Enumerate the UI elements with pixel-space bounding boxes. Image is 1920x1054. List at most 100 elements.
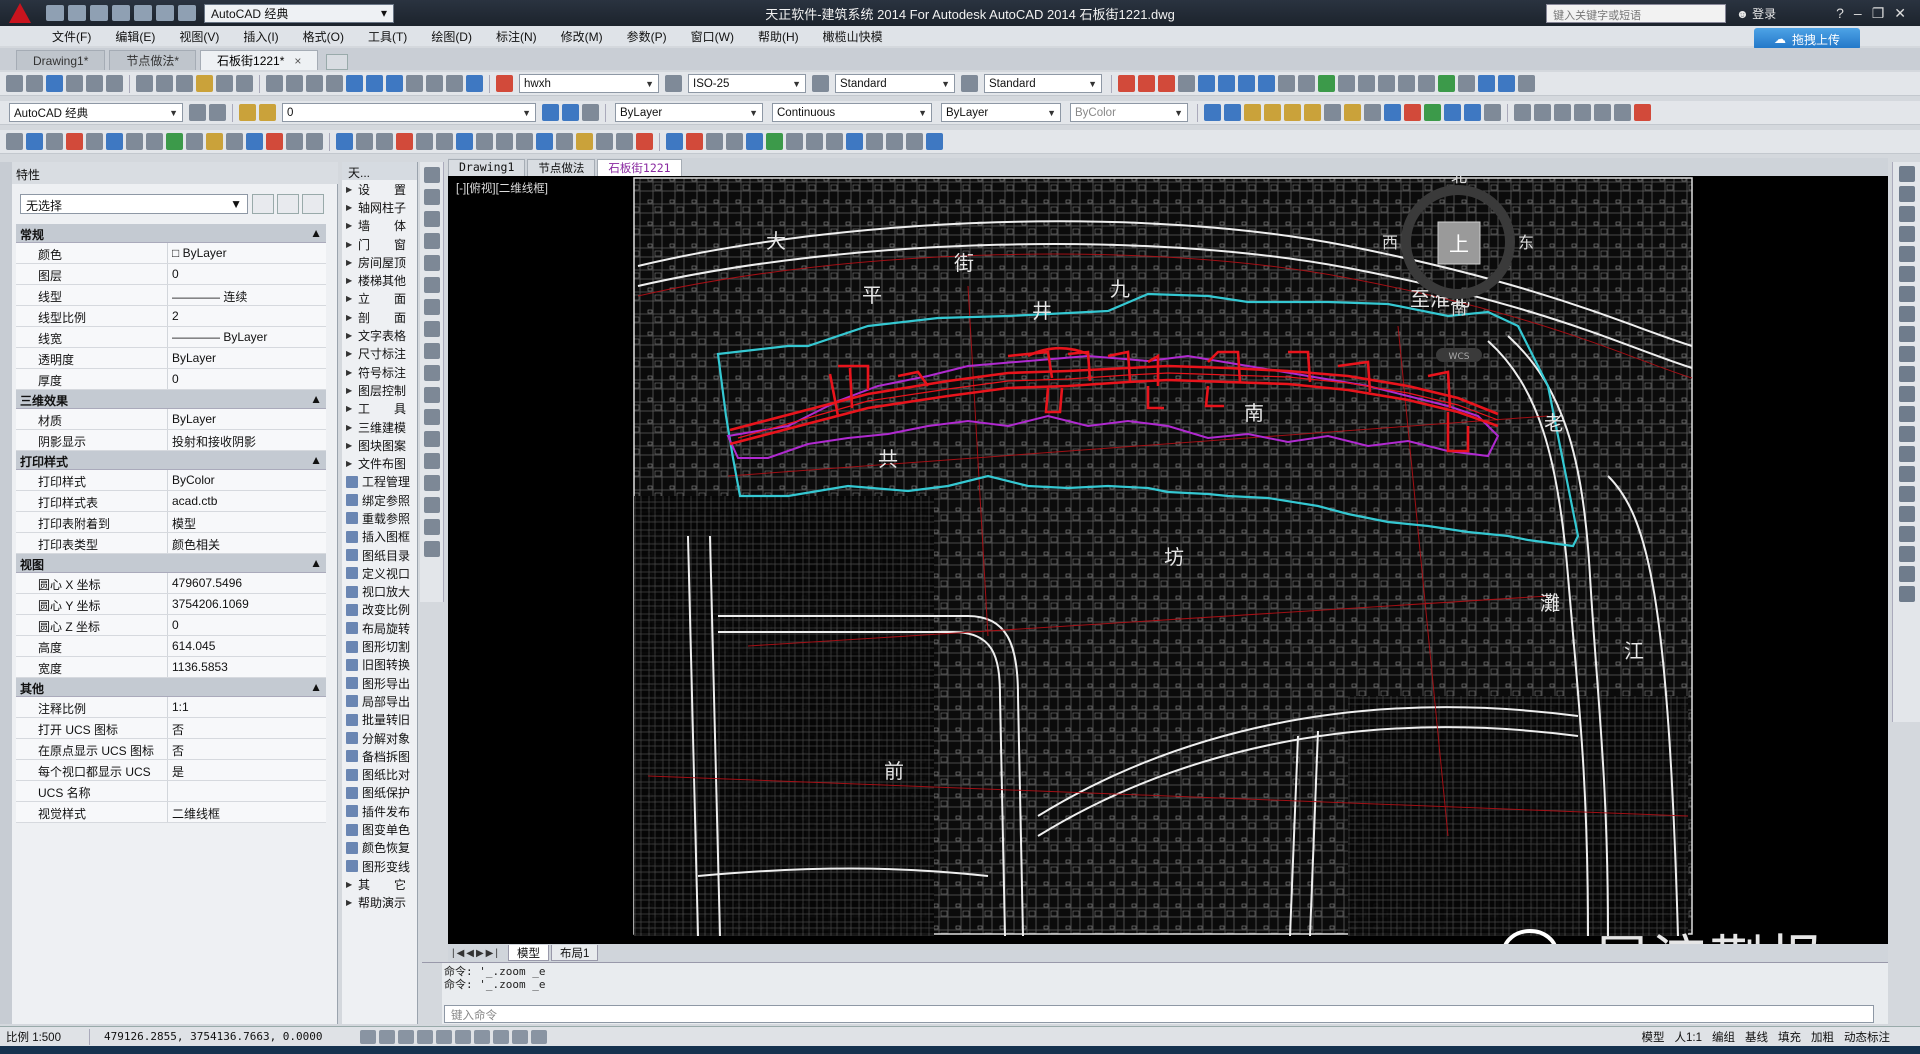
draw-tool-icon[interactable]: [424, 255, 440, 271]
property-value[interactable]: 614.045: [168, 636, 326, 656]
property-value[interactable]: ByColor: [168, 470, 326, 490]
modify-tool-icon[interactable]: [1899, 586, 1915, 602]
view-icon[interactable]: [1514, 104, 1531, 121]
palette-item[interactable]: 定义视口: [342, 564, 417, 582]
property-row[interactable]: 圆心 Z 坐标 0: [16, 615, 326, 636]
tool-icon[interactable]: [1378, 75, 1395, 92]
tool-icon[interactable]: [806, 133, 823, 150]
tool-icon[interactable]: [336, 133, 353, 150]
palette-item[interactable]: 插件发布: [342, 802, 417, 820]
tool-icon[interactable]: [1158, 75, 1175, 92]
tool-icon[interactable]: [46, 133, 63, 150]
menu-item[interactable]: 窗口(W): [691, 28, 734, 45]
tool-icon[interactable]: [1204, 104, 1221, 121]
workspace2-select[interactable]: AutoCAD 经典 ▼: [9, 103, 183, 122]
palette-item[interactable]: 工程管理: [342, 473, 417, 491]
tool-icon[interactable]: [1118, 75, 1135, 92]
palette-item[interactable]: ▶ 设 置: [342, 180, 417, 198]
palette-item[interactable]: 视口放大: [342, 583, 417, 601]
palette-item[interactable]: ▶ 门 窗: [342, 235, 417, 253]
modify-tool-icon[interactable]: [1899, 286, 1915, 302]
property-row[interactable]: 线型 ———— 连续: [16, 285, 326, 306]
palette-item[interactable]: 图形变线: [342, 857, 417, 875]
tool-icon[interactable]: [886, 133, 903, 150]
draw-tool-icon[interactable]: [424, 277, 440, 293]
menu-item[interactable]: 绘图(D): [431, 28, 472, 45]
property-value[interactable]: 3754206.1069: [168, 594, 326, 614]
otrack-icon[interactable]: [455, 1029, 471, 1044]
property-section-header[interactable]: 常规 ▲: [16, 224, 326, 243]
save-icon[interactable]: [46, 75, 63, 92]
draw-tool-icon[interactable]: [424, 409, 440, 425]
palette-item[interactable]: ▶ 轴网柱子: [342, 198, 417, 216]
tool-icon[interactable]: [1424, 104, 1441, 121]
property-value[interactable]: 2: [168, 306, 326, 326]
draw-tool-icon[interactable]: [424, 365, 440, 381]
property-row[interactable]: 圆心 Y 坐标 3754206.1069: [16, 594, 326, 615]
toolpalette-icon[interactable]: [386, 75, 403, 92]
tool-icon[interactable]: [1324, 104, 1341, 121]
property-value[interactable]: 1:1: [168, 697, 326, 717]
tool-icon[interactable]: [1278, 75, 1295, 92]
help-icon[interactable]: ?: [1836, 5, 1844, 22]
status-toggle[interactable]: 动态标注: [1844, 1029, 1890, 1045]
property-value[interactable]: 0: [168, 615, 326, 635]
draw-tool-icon[interactable]: [424, 497, 440, 513]
property-row[interactable]: 宽度 1136.5853: [16, 657, 326, 678]
property-value[interactable]: ———— ByLayer: [168, 327, 326, 347]
palette-item[interactable]: 改变比例: [342, 601, 417, 619]
viewport-tab[interactable]: 节点做法: [527, 159, 596, 176]
tool-icon[interactable]: [866, 133, 883, 150]
print-icon[interactable]: [66, 75, 83, 92]
tool-icon[interactable]: [1418, 75, 1435, 92]
property-row[interactable]: 打印样式 ByColor: [16, 470, 326, 491]
copy-icon[interactable]: [156, 75, 173, 92]
tool-icon[interactable]: [146, 133, 163, 150]
collapse-icon[interactable]: ▲: [310, 392, 322, 406]
status-toggle[interactable]: 编组: [1712, 1029, 1735, 1045]
tool-icon[interactable]: [1238, 75, 1255, 92]
osnap-icon[interactable]: [436, 1029, 452, 1044]
tool-icon[interactable]: [1498, 75, 1515, 92]
property-row[interactable]: 线宽 ———— ByLayer: [16, 327, 326, 348]
tool-icon[interactable]: [686, 133, 703, 150]
tool-icon[interactable]: [286, 133, 303, 150]
viewport-label[interactable]: [-][俯视][二维线框]: [456, 180, 548, 196]
palette-item[interactable]: ▶ 立 面: [342, 290, 417, 308]
match-prop-icon[interactable]: [196, 75, 213, 92]
tool-icon[interactable]: [186, 133, 203, 150]
draw-tool-icon[interactable]: [424, 167, 440, 183]
modify-tool-icon[interactable]: [1899, 226, 1915, 242]
palette-item[interactable]: 颜色恢复: [342, 839, 417, 857]
workspace-select[interactable]: AutoCAD 经典 ▾: [204, 3, 394, 23]
menu-item[interactable]: 视图(V): [179, 28, 219, 45]
tool-icon[interactable]: [1518, 75, 1535, 92]
draw-tool-icon[interactable]: [424, 475, 440, 491]
palette-item[interactable]: 图纸比对: [342, 766, 417, 784]
property-row[interactable]: 每个视口都显示 UCS 是: [16, 760, 326, 781]
property-row[interactable]: 打印样式表 acad.ctb: [16, 491, 326, 512]
designcenter-icon[interactable]: [366, 75, 383, 92]
property-value[interactable]: 否: [168, 718, 326, 738]
layer-iso-icon[interactable]: [582, 104, 599, 121]
layout-tab[interactable]: 模型: [508, 945, 549, 961]
palette-item[interactable]: ▶ 其 它: [342, 875, 417, 893]
modify-tool-icon[interactable]: [1899, 466, 1915, 482]
menu-item[interactable]: 修改(M): [561, 28, 603, 45]
document-tab[interactable]: 节点做法*: [109, 50, 197, 70]
calc-icon[interactable]: [446, 75, 463, 92]
tool-icon[interactable]: [396, 133, 413, 150]
command-line-handle[interactable]: [422, 963, 442, 1025]
palette-item[interactable]: 局部导出: [342, 692, 417, 710]
selection-select[interactable]: 无选择 ▼: [20, 194, 248, 214]
paste-icon[interactable]: [176, 75, 193, 92]
tool-icon[interactable]: [206, 133, 223, 150]
palette-item[interactable]: 分解对象: [342, 729, 417, 747]
palette-item[interactable]: 图纸保护: [342, 784, 417, 802]
tool-icon[interactable]: [1198, 75, 1215, 92]
zoom-window-icon[interactable]: [306, 75, 323, 92]
tool-icon[interactable]: [496, 133, 513, 150]
property-section-header[interactable]: 打印样式 ▲: [16, 451, 326, 470]
property-value[interactable]: ByLayer: [168, 348, 326, 368]
tool-icon[interactable]: [1478, 75, 1495, 92]
